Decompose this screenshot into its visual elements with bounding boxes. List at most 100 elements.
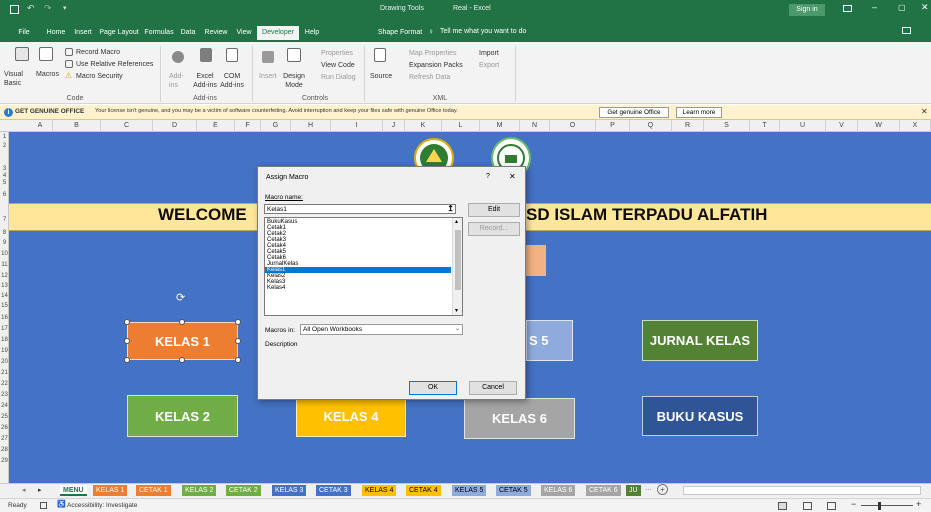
column-header[interactable]: P [596,120,630,132]
insert-control-button[interactable]: Insert [259,72,277,81]
kelas-6-button[interactable]: KELAS 6 [464,398,575,439]
normal-view-icon[interactable] [778,502,787,510]
row-header[interactable]: 12 [0,273,9,279]
column-header[interactable]: H [291,120,331,132]
kelas-1-button[interactable]: KELAS 1 [127,322,238,360]
comments-icon[interactable] [902,27,911,34]
tab-review[interactable]: Review [201,26,231,40]
properties-button[interactable]: Properties [321,49,353,58]
run-dialog-button[interactable]: Run Dialog [321,73,356,82]
save-icon[interactable] [10,5,19,14]
sheet-tab[interactable]: KELAS 1 [93,485,128,496]
list-scrollbar[interactable]: ▴ ▾ [452,218,462,315]
macro-name-input[interactable]: Kelas1 ↥ [264,204,456,214]
list-item[interactable]: Kelas4 [265,285,462,291]
sheet-tab[interactable]: KELAS 4 [362,485,397,496]
row-header[interactable]: 14 [0,293,9,299]
selection-handle[interactable] [124,338,130,344]
tab-view[interactable]: View [233,26,255,40]
tab-shape-format[interactable]: Shape Format [375,26,425,40]
column-header[interactable]: S [704,120,750,132]
sign-in-button[interactable]: Sign in [789,4,825,16]
export-button[interactable]: Export [479,61,499,70]
tab-page-layout[interactable]: Page Layout [97,26,141,40]
column-header[interactable]: A [28,120,53,132]
tell-me-search[interactable]: Tell me what you want to do [440,28,526,35]
macro-list[interactable]: BukuKasus Cetak1 Cetak2 Cetak3 Cetak4 Ce… [264,217,463,316]
sheet-tab[interactable]: CETAK 1 [136,485,171,496]
row-header[interactable]: 6 [0,192,9,198]
sheet-tab[interactable]: CETAK 4 [406,485,441,496]
row-header[interactable]: 2 [0,143,9,149]
expansion-packs-button[interactable]: Expansion Packs [409,61,463,70]
com-addins-button[interactable]: COM Add-ins [220,72,244,90]
selection-handle[interactable] [124,357,130,363]
cancel-button[interactable]: Cancel [469,381,517,395]
sheet-tab[interactable]: CETAK 5 [496,485,531,496]
page-break-view-icon[interactable] [827,502,836,510]
sheet-tab[interactable]: JU [626,485,641,496]
kelas-4-button[interactable]: KELAS 4 [296,395,406,437]
tab-help[interactable]: Help [301,26,323,40]
sheet-tab[interactable]: KELAS 5 [452,485,487,496]
row-header[interactable]: 22 [0,381,9,387]
sheet-tab-menu[interactable]: MENU [60,485,87,496]
help-button[interactable]: ? [486,173,490,180]
design-mode-button[interactable]: Design Mode [282,72,306,90]
accessibility-status[interactable]: Accessibility: Investigate [67,502,137,509]
row-header[interactable]: 26 [0,425,9,431]
close-dialog-button[interactable]: ✕ [509,172,516,181]
macros-in-select[interactable]: All Open Workbooks ⌄ [300,324,463,335]
column-header[interactable]: F [235,120,261,132]
insert-control-icon[interactable] [262,51,274,63]
accessibility-icon[interactable]: ♿ [57,500,66,508]
minimize-icon[interactable]: – [872,2,877,12]
row-header[interactable]: 15 [0,303,9,309]
scroll-up-icon[interactable]: ▴ [455,218,458,225]
selection-handle[interactable] [235,357,241,363]
row-header[interactable]: 25 [0,414,9,420]
kelas-2-button[interactable]: KELAS 2 [127,395,238,437]
macros-icon[interactable] [39,47,53,61]
sheet-tab[interactable]: CETAK 3 [316,485,351,496]
column-header[interactable]: T [750,120,780,132]
page-layout-view-icon[interactable] [803,502,812,510]
map-properties-button[interactable]: Map Properties [409,49,456,58]
tab-insert[interactable]: Insert [70,26,96,40]
selection-handle[interactable] [179,357,185,363]
source-icon[interactable] [374,48,386,62]
tab-file[interactable]: File [13,26,35,40]
more-tabs-icon[interactable]: … [645,485,652,492]
row-header[interactable]: 13 [0,283,9,289]
row-header[interactable]: 11 [0,262,9,268]
orange-shape-partial[interactable] [526,245,546,276]
collapse-icon[interactable]: ↥ [447,204,454,213]
column-header[interactable]: J [383,120,405,132]
addins-button[interactable]: Add-ins [169,72,185,90]
kelas-5-button[interactable]: S 5 [526,320,573,361]
use-relative-references-button[interactable]: Use Relative References [76,60,153,69]
column-header[interactable]: G [261,120,291,132]
zoom-in-icon[interactable]: + [916,499,921,509]
rotate-handle-icon[interactable]: ⟳ [176,291,185,304]
design-mode-icon[interactable] [287,48,301,62]
zoom-out-icon[interactable]: − [851,499,856,509]
visual-basic-icon[interactable] [15,47,29,61]
row-header[interactable]: 1 [0,134,9,140]
column-header[interactable]: L [442,120,480,132]
record-macro-button[interactable]: Record Macro [76,48,120,57]
column-header[interactable]: V [826,120,858,132]
selection-handle[interactable] [124,319,130,325]
macros-button[interactable]: Macros [36,70,59,79]
refresh-data-button[interactable]: Refresh Data [409,73,450,82]
column-header[interactable]: O [550,120,596,132]
column-header[interactable]: Q [630,120,672,132]
row-header[interactable]: 24 [0,403,9,409]
scroll-down-icon[interactable]: ▾ [455,307,458,314]
close-window-icon[interactable]: ✕ [921,2,929,13]
close-message-icon[interactable]: ✕ [921,107,928,116]
sheet-tab[interactable]: KELAS 3 [272,485,307,496]
tab-home[interactable]: Home [44,26,68,40]
import-button[interactable]: Import [479,49,499,58]
buku-kasus-button[interactable]: BUKU KASUS [642,396,758,436]
